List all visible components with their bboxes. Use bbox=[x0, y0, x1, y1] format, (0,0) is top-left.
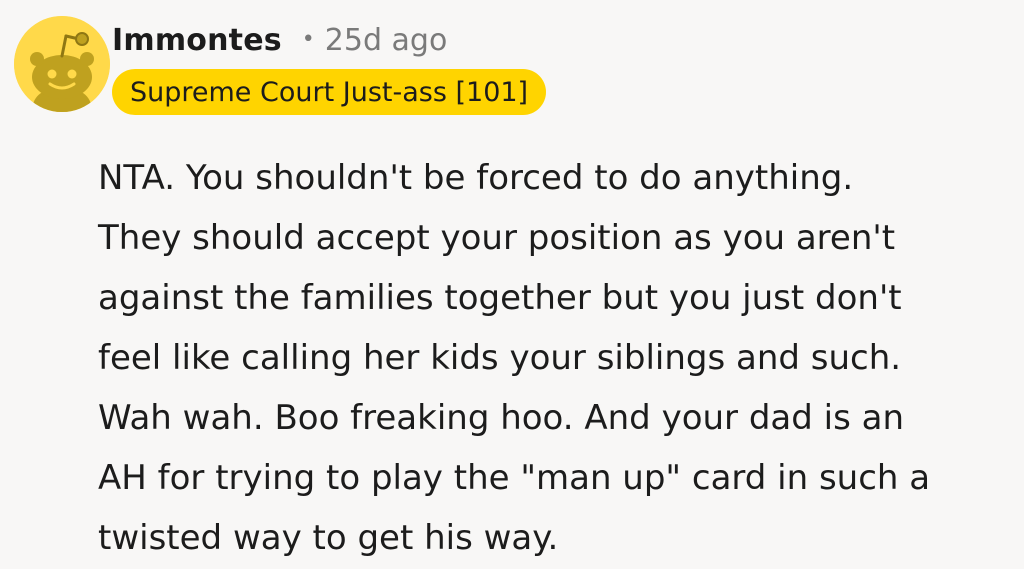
username-link[interactable]: Immontes bbox=[112, 23, 282, 58]
comment-body-line: NTA. You shouldn't be forced to do anyth… bbox=[98, 158, 854, 198]
reddit-snoo-avatar-icon bbox=[14, 16, 110, 112]
comment: Immontes • 25d ago Supreme Court Just-as… bbox=[0, 0, 1024, 569]
user-avatar[interactable] bbox=[14, 16, 110, 112]
comment-meta: Immontes • 25d ago bbox=[112, 18, 447, 62]
comment-body-line: AH for trying to play the "man up" card … bbox=[98, 458, 931, 498]
comment-body-line: They should accept your position as you … bbox=[98, 218, 896, 258]
comment-body-line: twisted way to get his way. bbox=[98, 518, 559, 558]
meta-separator: • bbox=[301, 26, 315, 52]
comment-body-line: against the families together but you ju… bbox=[98, 278, 902, 318]
comment-body-line: Wah wah. Boo freaking hoo. And your dad … bbox=[98, 398, 904, 438]
user-flair: Supreme Court Just-ass [101] bbox=[112, 69, 547, 115]
comment-body: NTA. You shouldn't be forced to do anyth… bbox=[98, 148, 1008, 568]
timestamp[interactable]: 25d ago bbox=[325, 23, 448, 58]
comment-body-line: feel like calling her kids your siblings… bbox=[98, 338, 902, 378]
